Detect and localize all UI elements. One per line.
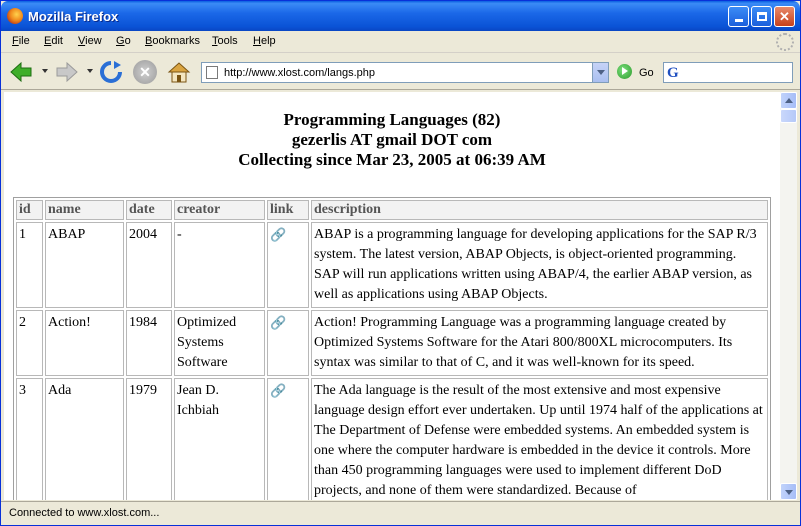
cell-creator: Optimized Systems Software	[174, 310, 265, 376]
forward-button[interactable]	[55, 60, 79, 84]
window-title: Mozilla Firefox	[28, 9, 119, 24]
scrollbar-thumb[interactable]	[780, 109, 797, 123]
menu-bookmarks[interactable]: Bookmarks	[145, 35, 200, 47]
stop-button[interactable]: ✕	[133, 60, 157, 84]
maximize-icon	[756, 12, 767, 21]
cell-creator: -	[174, 222, 265, 308]
cell-link: 🔗	[267, 378, 309, 500]
languages-table: id name date creator link description 1 …	[13, 197, 771, 500]
scroll-up-button[interactable]	[780, 92, 797, 109]
menu-edit[interactable]: Edit	[44, 35, 63, 47]
forward-arrow-icon	[56, 61, 78, 83]
cell-date: 1979	[126, 378, 172, 500]
maximize-button[interactable]	[751, 6, 772, 27]
table-row: 1 ABAP 2004 - 🔗 ABAP is a programming la…	[16, 222, 768, 308]
firefox-logo-icon	[7, 8, 23, 24]
title-bar: Mozilla Firefox ✕	[1, 1, 800, 31]
menu-help[interactable]: Help	[253, 35, 276, 47]
address-bar[interactable]: http://www.xlost.com/langs.php	[201, 62, 609, 83]
cell-link: 🔗	[267, 310, 309, 376]
address-history-dropdown[interactable]	[592, 63, 608, 82]
table-row: 3 Ada 1979 Jean D. Ichbiah 🔗 The Ada lan…	[16, 378, 768, 500]
page-icon	[206, 66, 218, 79]
home-button[interactable]	[167, 60, 191, 84]
back-history-dropdown[interactable]	[42, 69, 48, 73]
home-icon	[167, 62, 191, 83]
go-icon[interactable]	[617, 64, 632, 79]
address-input[interactable]: http://www.xlost.com/langs.php	[224, 67, 375, 79]
cell-link: 🔗	[267, 222, 309, 308]
cell-id: 3	[16, 378, 43, 500]
cell-description: Action! Programming Language was a progr…	[311, 310, 768, 376]
menu-go[interactable]: Go	[116, 35, 131, 47]
cell-creator: Jean D. Ichbiah	[174, 378, 265, 500]
back-button[interactable]	[9, 60, 33, 84]
menu-view[interactable]: View	[78, 35, 102, 47]
status-text: Connected to www.xlost.com...	[9, 507, 160, 519]
cell-name: Action!	[45, 310, 124, 376]
column-header-id: id	[16, 200, 43, 220]
reload-icon	[100, 61, 122, 83]
minimize-icon	[734, 19, 743, 22]
table-header-row: id name date creator link description	[16, 200, 768, 220]
cell-name: Ada	[45, 378, 124, 500]
cell-name: ABAP	[45, 222, 124, 308]
minimize-button[interactable]	[728, 6, 749, 27]
link-icon[interactable]: 🔗	[270, 225, 286, 242]
cell-date: 2004	[126, 222, 172, 308]
reload-button[interactable]	[99, 60, 123, 84]
forward-history-dropdown[interactable]	[87, 69, 93, 73]
cell-description: ABAP is a programming language for devel…	[311, 222, 768, 308]
link-icon[interactable]: 🔗	[270, 313, 286, 330]
go-button[interactable]: Go	[639, 67, 654, 79]
column-header-description: description	[311, 200, 768, 220]
page-content: Programming Languages (82) gezerlis AT g…	[4, 92, 780, 500]
cell-id: 1	[16, 222, 43, 308]
column-header-link: link	[267, 200, 309, 220]
google-search-icon[interactable]: G	[667, 65, 683, 81]
table-row: 2 Action! 1984 Optimized Systems Softwar…	[16, 310, 768, 376]
cell-id: 2	[16, 310, 43, 376]
column-header-date: date	[126, 200, 172, 220]
search-box[interactable]: G	[663, 62, 793, 83]
throbber-icon	[776, 33, 794, 51]
navigation-toolbar: ✕ http://www.xlost.com/langs.php Go G	[1, 54, 800, 90]
cell-description: The Ada language is the result of the mo…	[311, 378, 768, 500]
heading-contact: gezerlis AT gmail DOT com	[291, 130, 493, 149]
heading-since: Collecting since Mar 23, 2005 at 06:39 A…	[238, 150, 546, 169]
status-bar: Connected to www.xlost.com...	[1, 501, 800, 525]
vertical-scrollbar[interactable]	[780, 92, 797, 500]
menu-tools[interactable]: Tools	[212, 35, 238, 47]
close-icon: ✕	[779, 9, 790, 24]
link-icon[interactable]: 🔗	[270, 381, 286, 398]
column-header-name: name	[45, 200, 124, 220]
heading-title: Programming Languages (82)	[283, 110, 501, 129]
scroll-down-button[interactable]	[780, 483, 797, 500]
menu-file[interactable]: File	[12, 35, 30, 47]
page-heading: Programming Languages (82) gezerlis AT g…	[4, 110, 780, 170]
cell-date: 1984	[126, 310, 172, 376]
back-arrow-icon	[10, 61, 32, 83]
stop-icon: ✕	[139, 64, 151, 80]
column-header-creator: creator	[174, 200, 265, 220]
menu-bar: File Edit View Go Bookmarks Tools Help	[1, 31, 800, 53]
browser-window: Mozilla Firefox ✕ File Edit View Go Book…	[0, 0, 801, 526]
close-button[interactable]: ✕	[774, 6, 795, 27]
